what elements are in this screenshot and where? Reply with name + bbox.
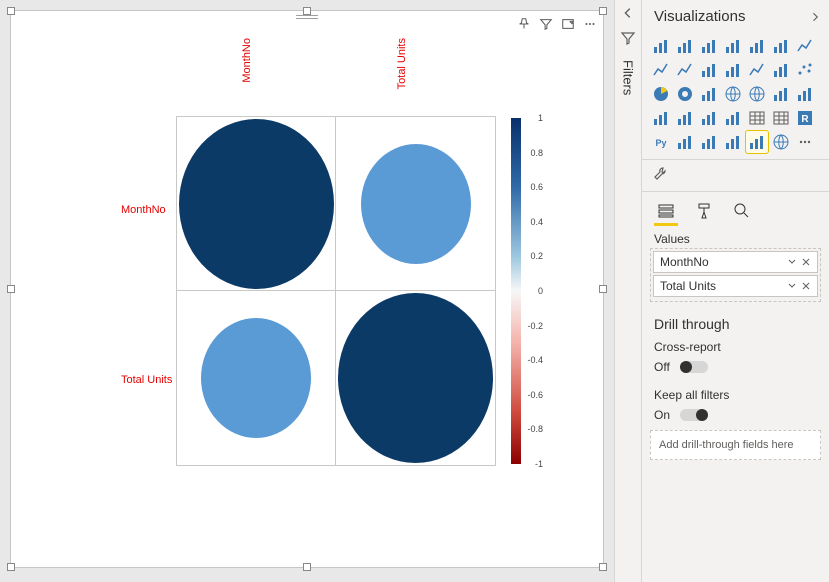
close-icon[interactable]: [801, 281, 811, 291]
cb-tick: 0.8: [530, 148, 543, 158]
viz-clustered-bar[interactable]: [698, 35, 720, 57]
cb-tick: 0.2: [530, 251, 543, 261]
values-label: Values: [642, 226, 829, 248]
cb-tick: -1: [535, 459, 543, 469]
filter-icon[interactable]: [537, 15, 555, 33]
drill-through-drop[interactable]: Add drill-through fields here: [650, 430, 821, 460]
cross-report-state: Off: [654, 360, 670, 374]
viz-line-stacked-column[interactable]: [698, 59, 720, 81]
viz-multi-row-card[interactable]: [674, 107, 696, 129]
filters-pane-collapsed[interactable]: Filters: [614, 0, 642, 582]
colorbar: 1 0.8 0.6 0.4 0.2 0 -0.2 -0.4 -0.6 -0.8 …: [511, 118, 521, 464]
cb-tick: -0.4: [527, 355, 543, 365]
correlation-plot: MonthNo Total Units MonthNo Total Units …: [51, 66, 583, 522]
viz-stacked-column[interactable]: [674, 35, 696, 57]
viz-stacked-area[interactable]: [674, 59, 696, 81]
viz-decomposition-tree[interactable]: [698, 131, 720, 153]
cb-tick: 0.4: [530, 217, 543, 227]
viz-card[interactable]: [650, 107, 672, 129]
viz-r-visual[interactable]: R: [794, 107, 816, 129]
field-label: MonthNo: [660, 255, 709, 269]
viz-scatter[interactable]: [794, 59, 816, 81]
tab-analytics[interactable]: [730, 198, 754, 226]
viz-funnel[interactable]: [770, 83, 792, 105]
filter-icon: [620, 30, 636, 46]
viz-treemap[interactable]: [698, 83, 720, 105]
corr-cell-0-0: [179, 119, 334, 289]
viz-area[interactable]: [650, 59, 672, 81]
filters-label: Filters: [621, 60, 636, 95]
pane-tabs: [642, 192, 829, 226]
axis-label-left-1: Total Units: [121, 374, 172, 386]
viz-waterfall[interactable]: [770, 59, 792, 81]
viz-map[interactable]: [722, 83, 744, 105]
svg-text:Py: Py: [655, 138, 666, 148]
corr-cell-0-1: [361, 144, 471, 264]
viz-key-influencers[interactable]: [674, 131, 696, 153]
viz-line-clustered-column[interactable]: [722, 59, 744, 81]
viz-stacked-bar[interactable]: [650, 35, 672, 57]
cb-tick: -0.6: [527, 390, 543, 400]
viz-gauge[interactable]: [794, 83, 816, 105]
visualization-gallery: R Py: [642, 31, 829, 159]
viz-table[interactable]: [746, 107, 768, 129]
viz-kpi[interactable]: [698, 107, 720, 129]
tab-format[interactable]: [692, 198, 716, 226]
axis-label-top-1: Total Units: [396, 38, 408, 89]
drill-through-header: Drill through: [642, 302, 829, 336]
viz-more[interactable]: [794, 131, 816, 153]
tab-fields[interactable]: [654, 198, 678, 226]
viz-filled-map[interactable]: [746, 83, 768, 105]
viz-hundred-column[interactable]: [770, 35, 792, 57]
cb-tick: 0: [538, 286, 543, 296]
focus-mode-icon[interactable]: [559, 15, 577, 33]
close-icon[interactable]: [801, 257, 811, 267]
viz-python-visual[interactable]: Py: [650, 131, 672, 153]
chevron-right-icon[interactable]: [809, 11, 821, 23]
visualizations-pane: Visualizations R Py Values MonthNo Total …: [642, 0, 829, 582]
viz-matrix[interactable]: [770, 107, 792, 129]
keep-filters-toggle[interactable]: [680, 409, 708, 421]
visual-drag-grip[interactable]: [296, 15, 318, 19]
axis-label-top-0: MonthNo: [241, 38, 253, 83]
corr-cell-1-0: [201, 318, 311, 438]
viz-slicer[interactable]: [722, 107, 744, 129]
viz-line[interactable]: [794, 35, 816, 57]
viz-hundred-bar[interactable]: [746, 35, 768, 57]
visualizations-title: Visualizations: [654, 8, 745, 25]
axis-label-left-0: MonthNo: [121, 204, 166, 216]
values-well[interactable]: MonthNo Total Units: [650, 248, 821, 302]
cross-report-toggle[interactable]: [680, 361, 708, 373]
viz-arcgis[interactable]: [770, 131, 792, 153]
svg-text:R: R: [801, 114, 809, 125]
viz-qna[interactable]: [722, 131, 744, 153]
report-canvas[interactable]: MonthNo Total Units MonthNo Total Units …: [10, 10, 604, 568]
viz-donut[interactable]: [674, 83, 696, 105]
pin-icon[interactable]: [515, 15, 533, 33]
viz-clustered-column[interactable]: [722, 35, 744, 57]
corr-cell-1-1: [338, 293, 493, 463]
viz-paginated-report[interactable]: [746, 131, 768, 153]
field-pill-total-units[interactable]: Total Units: [653, 275, 818, 297]
cb-tick: 0.6: [530, 182, 543, 192]
chevron-down-icon[interactable]: [787, 281, 797, 291]
cb-tick: -0.2: [527, 321, 543, 331]
viz-pie[interactable]: [650, 83, 672, 105]
keep-filters-label: Keep all filters: [654, 388, 817, 402]
visual-header: [515, 15, 599, 33]
viz-ribbon[interactable]: [746, 59, 768, 81]
field-label: Total Units: [660, 279, 716, 293]
cb-tick: 1: [538, 113, 543, 123]
cb-tick: -0.8: [527, 424, 543, 434]
keep-filters-state: On: [654, 408, 670, 422]
chevron-left-icon[interactable]: [621, 6, 635, 20]
cross-report-label: Cross-report: [654, 340, 817, 354]
correlation-matrix: [176, 116, 496, 466]
field-pill-monthno[interactable]: MonthNo: [653, 251, 818, 273]
wrench-icon[interactable]: [652, 166, 668, 182]
more-options-icon[interactable]: [581, 15, 599, 33]
chevron-down-icon[interactable]: [787, 257, 797, 267]
